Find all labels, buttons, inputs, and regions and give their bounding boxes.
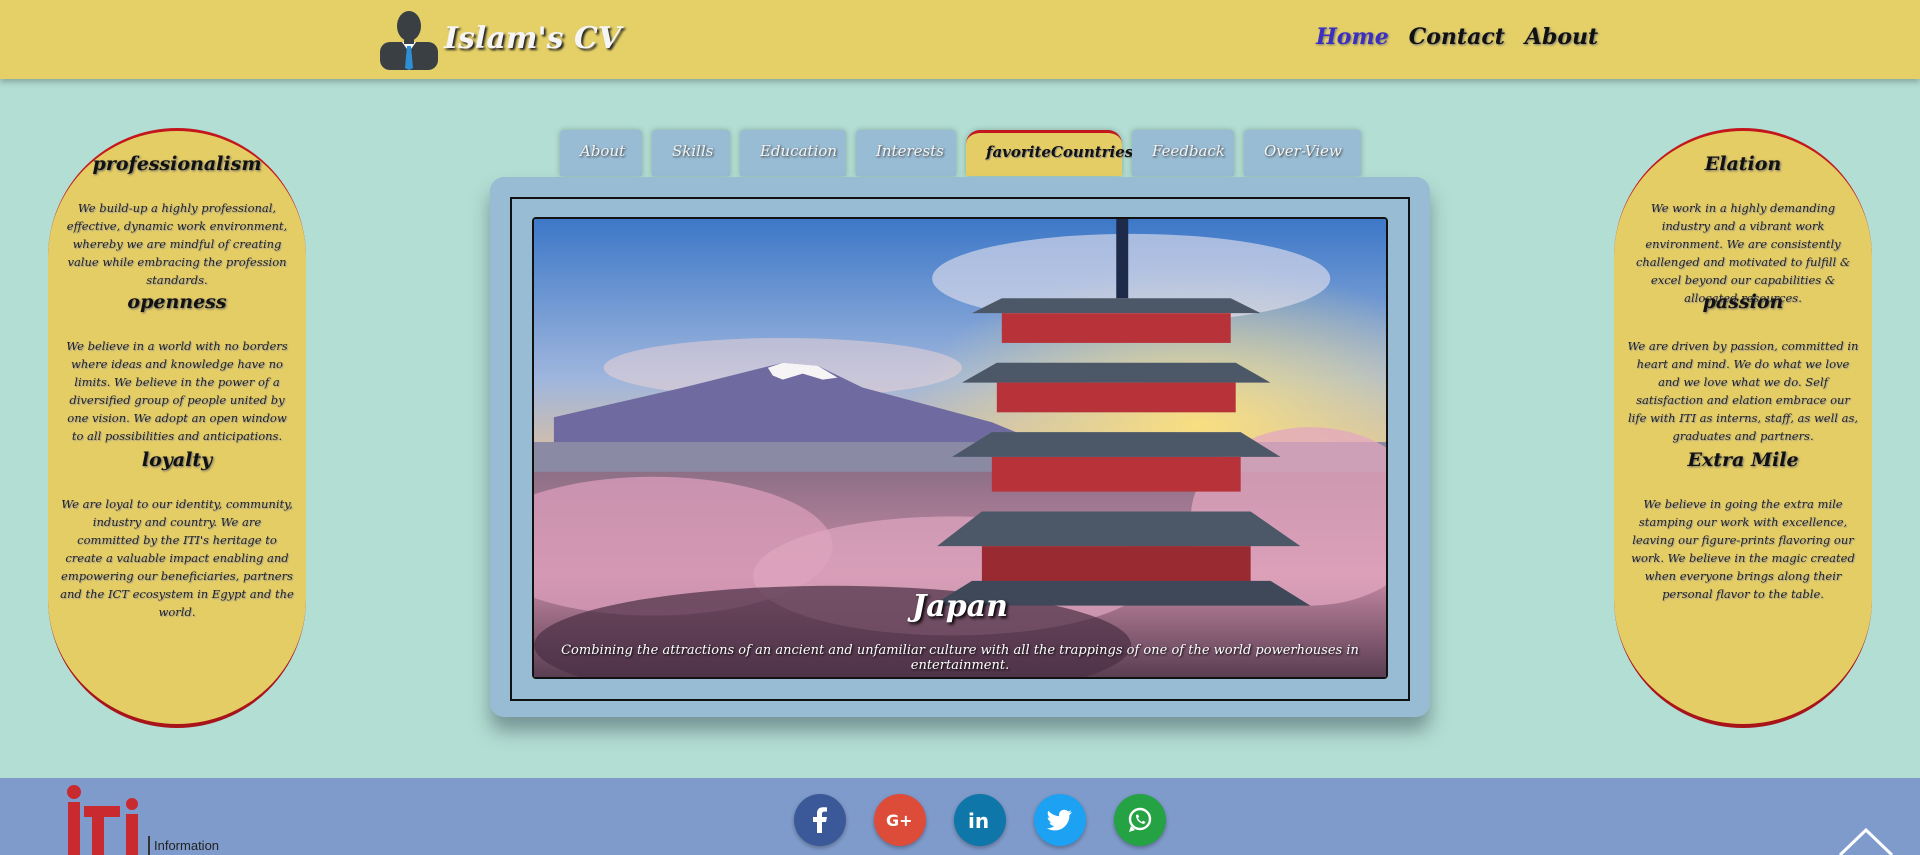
brand-title: Islam's CV — [444, 20, 622, 56]
social-links: G+ in — [794, 794, 1166, 846]
tab-education[interactable]: Education — [740, 130, 846, 176]
twitter-icon — [1046, 809, 1072, 831]
iti-logo-text: Information — [154, 838, 220, 853]
svg-text:in: in — [968, 809, 989, 833]
value-text: We are driven by passion, committed in h… — [1627, 339, 1859, 443]
svg-text:G+: G+ — [886, 811, 913, 830]
twitter-button[interactable] — [1034, 794, 1086, 846]
content-panel: Japan Combining the attractions of an an… — [490, 177, 1430, 717]
site-footer: Information G+ in — [0, 778, 1920, 855]
brand[interactable]: Islam's CV — [380, 6, 621, 70]
value-text: We are loyal to our identity, community,… — [60, 497, 294, 619]
value-text: We work in a highly demanding industry a… — [1635, 201, 1851, 305]
tab-over-view[interactable]: Over-View — [1244, 130, 1361, 176]
tab-interests[interactable]: Interests — [856, 130, 956, 176]
value-elation: Elation We work in a highly demanding in… — [1626, 153, 1860, 305]
value-openness: openness We believe in a world with no b… — [60, 291, 294, 449]
facebook-button[interactable] — [794, 794, 846, 846]
tab-about[interactable]: About — [560, 130, 642, 176]
value-extra-mile: Extra Mile We believe in going the extra… — [1626, 449, 1860, 611]
tab-favorite-countries[interactable]: favoriteCountries — [966, 130, 1133, 176]
value-text: We believe in a world with no borders wh… — [66, 339, 288, 443]
whatsapp-icon — [1128, 807, 1152, 832]
facebook-icon — [813, 807, 827, 833]
site-header: Islam's CV Home Contact About — [0, 0, 1920, 79]
value-title: Extra Mile — [1687, 449, 1799, 471]
value-title: Elation — [1704, 153, 1782, 175]
linkedin-icon: in — [968, 809, 989, 833]
main-nav: Home Contact About — [1316, 24, 1598, 50]
person-avatar-icon — [380, 11, 438, 70]
google-plus-button[interactable]: G+ — [874, 794, 926, 846]
google-plus-icon: G+ — [886, 811, 913, 830]
linkedin-button[interactable]: in — [954, 794, 1006, 846]
value-text: We believe in going the extra mile stamp… — [1631, 497, 1855, 601]
value-passion: passion We are driven by passion, commit… — [1626, 291, 1860, 449]
value-title: loyalty — [141, 449, 213, 471]
values-right-panel: Elation We work in a highly demanding in… — [1614, 128, 1872, 728]
carousel-frame: Japan Combining the attractions of an an… — [510, 197, 1410, 701]
value-title: openness — [127, 291, 227, 313]
tab-skills[interactable]: Skills — [652, 130, 730, 176]
whatsapp-button[interactable] — [1114, 794, 1166, 846]
values-left-panel: professionalism We build-up a highly pro… — [48, 128, 306, 728]
slide-caption: Combining the attractions of an ancient … — [561, 643, 1359, 673]
tab-feedback[interactable]: Feedback — [1132, 130, 1234, 176]
scroll-to-top-icon[interactable] — [1836, 822, 1896, 855]
value-title: passion — [1702, 291, 1784, 313]
nav-contact-link[interactable]: Contact — [1409, 24, 1505, 50]
value-title: professionalism — [92, 153, 262, 175]
nav-home-link[interactable]: Home — [1316, 24, 1389, 50]
slide-title: Japan — [912, 589, 1008, 624]
carousel-slide[interactable]: Japan Combining the attractions of an an… — [532, 217, 1388, 679]
section-tabs: About Skills Education Interests favorit… — [560, 130, 1361, 176]
value-professionalism: professionalism We build-up a highly pro… — [60, 153, 294, 291]
value-text: We build-up a highly professional, effec… — [66, 201, 288, 287]
value-loyalty: loyalty We are loyal to our identity, co… — [60, 449, 294, 619]
nav-about-link[interactable]: About — [1525, 24, 1598, 50]
